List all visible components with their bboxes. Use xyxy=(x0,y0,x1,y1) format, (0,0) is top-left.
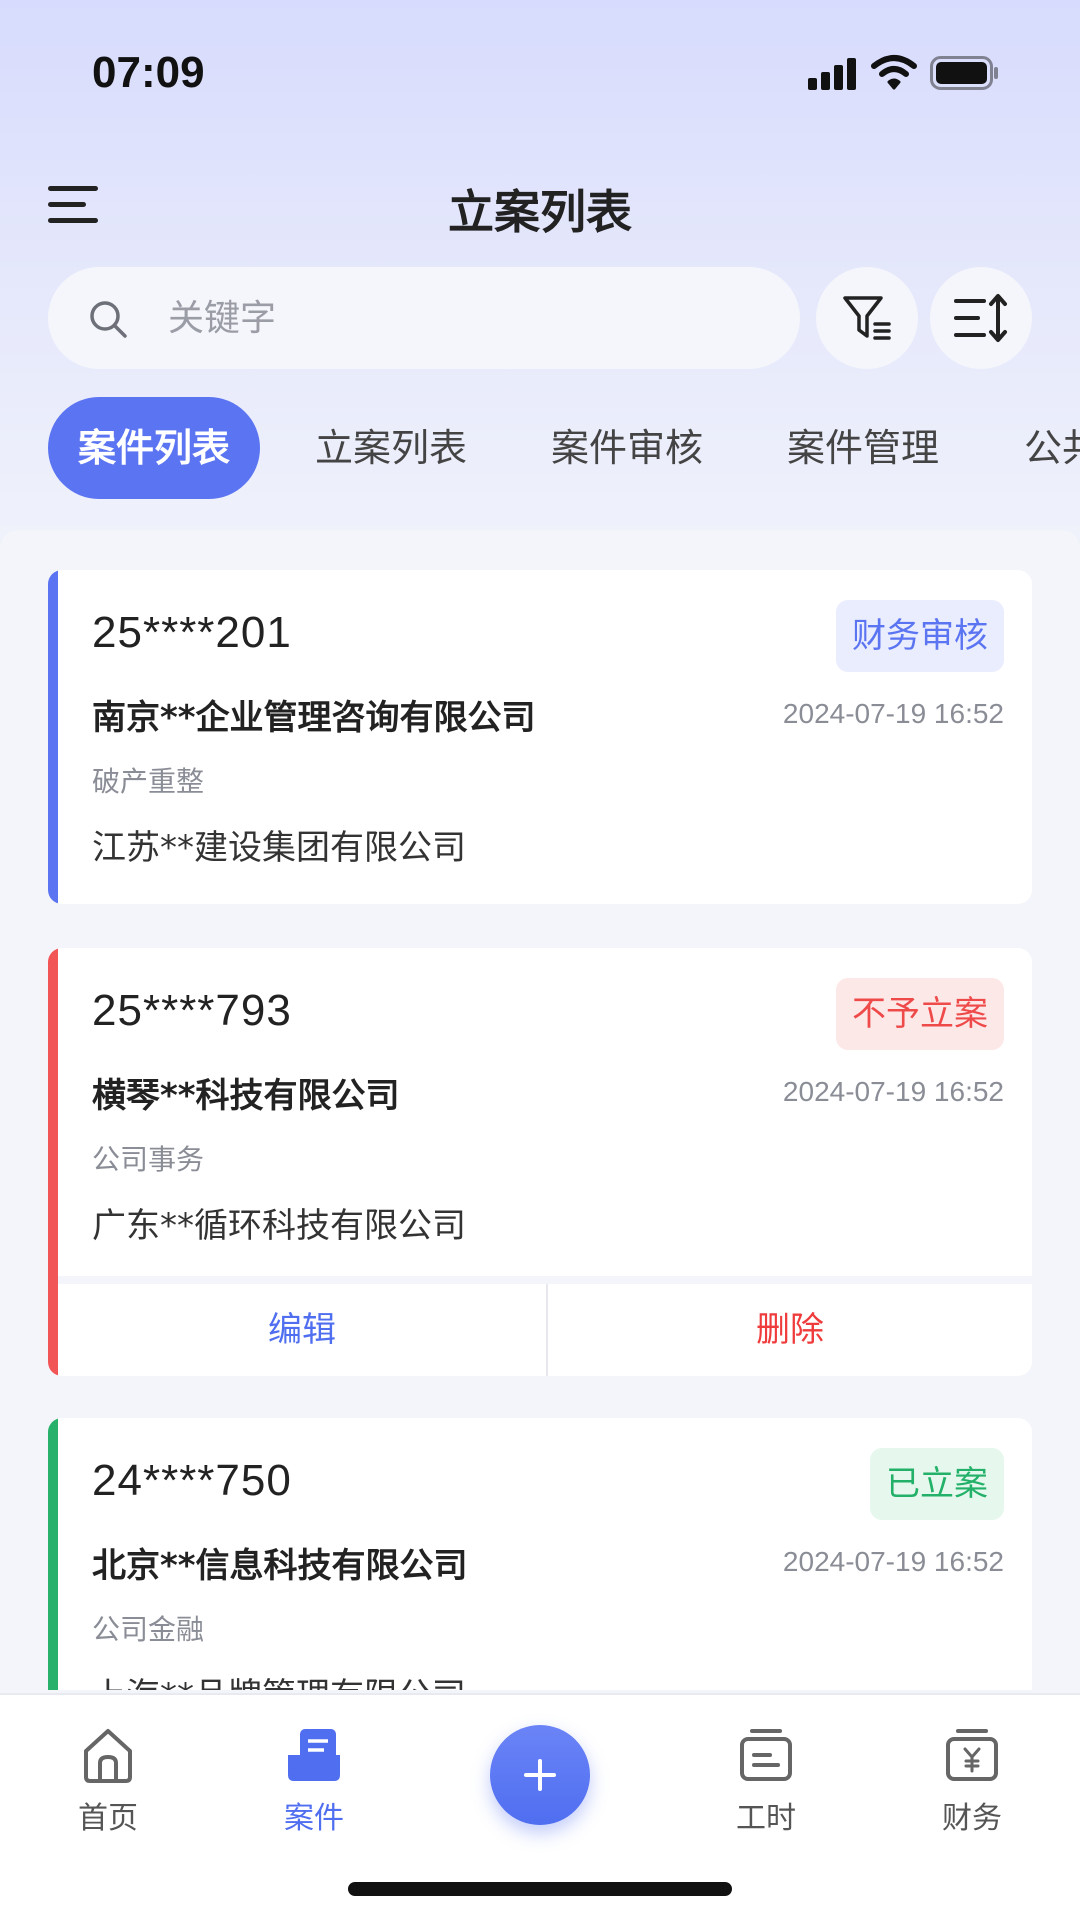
tabbar-timesheet[interactable]: 工时 xyxy=(706,1725,826,1837)
search-box[interactable] xyxy=(48,267,800,369)
timesheet-icon xyxy=(740,1729,792,1781)
finance-icon xyxy=(946,1729,998,1781)
status-time: 07:09 xyxy=(92,48,205,97)
category-tabs: 案件列表 立案列表 案件审核 案件管理 公共 xyxy=(48,397,1080,499)
home-indicator xyxy=(348,1882,732,1896)
case-category: 破产重整 xyxy=(92,765,205,798)
status-bar: 07:09 xyxy=(0,0,1080,150)
case-date: 2024-07-19 16:52 xyxy=(782,1546,1004,1577)
tabbar-timesheet-label: 工时 xyxy=(736,1801,796,1836)
counterparty: 上海**品牌管理有限公司 xyxy=(92,1668,466,1690)
case-card[interactable]: 25****793 不予立案 横琴**科技有限公司 2024-07-19 16:… xyxy=(48,948,1032,1376)
home-icon xyxy=(84,1729,132,1783)
wifi-icon xyxy=(871,55,917,90)
status-stripe xyxy=(48,948,58,1376)
nav-header: 立案列表 xyxy=(0,160,1080,250)
search-icon xyxy=(90,301,127,338)
case-number: 25****793 xyxy=(92,986,292,1035)
counterparty: 广东**循环科技有限公司 xyxy=(92,1206,466,1246)
case-date: 2024-07-19 16:52 xyxy=(782,698,1004,729)
case-date: 2024-07-19 16:52 xyxy=(782,1076,1004,1107)
search-row xyxy=(48,267,1032,369)
tab-filing-list[interactable]: 立案列表 xyxy=(315,397,467,499)
tab-case-management[interactable]: 案件管理 xyxy=(787,397,939,499)
case-icon xyxy=(288,1729,340,1781)
status-badge: 财务审核 xyxy=(836,600,1004,672)
counterparty: 江苏**建设集团有限公司 xyxy=(92,828,466,868)
sort-icon xyxy=(954,294,1007,342)
company-name: 南京**企业管理咨询有限公司 xyxy=(92,698,536,738)
case-card[interactable]: 25****201 财务审核 南京**企业管理咨询有限公司 2024-07-19… xyxy=(48,570,1032,904)
battery-icon xyxy=(930,56,998,90)
status-badge: 已立案 xyxy=(870,1448,1004,1520)
search-input[interactable] xyxy=(168,287,768,349)
case-number: 24****750 xyxy=(92,1456,292,1505)
tabbar-home-label: 首页 xyxy=(78,1801,138,1836)
tab-case-review[interactable]: 案件审核 xyxy=(551,397,703,499)
status-badge: 不予立案 xyxy=(836,978,1004,1050)
tabbar-finance-label: 财务 xyxy=(942,1801,1002,1836)
case-list: 25****201 财务审核 南京**企业管理咨询有限公司 2024-07-19… xyxy=(0,530,1080,1690)
tabbar-home[interactable]: 首页 xyxy=(48,1725,168,1837)
signal-icon xyxy=(808,58,860,90)
page-title: 立案列表 xyxy=(448,185,632,239)
filter-button[interactable] xyxy=(816,267,918,369)
tab-public[interactable]: 公共 xyxy=(1024,397,1080,499)
case-number: 25****201 xyxy=(92,608,292,657)
tab-case-list[interactable]: 案件列表 xyxy=(48,397,261,499)
case-category: 公司事务 xyxy=(92,1143,205,1176)
company-name: 横琴**科技有限公司 xyxy=(92,1076,400,1116)
plus-icon-v xyxy=(538,1759,542,1791)
status-stripe xyxy=(48,1418,58,1690)
company-name: 北京**信息科技有限公司 xyxy=(92,1546,468,1586)
tabbar-finance[interactable]: 财务 xyxy=(912,1725,1032,1837)
filter-icon xyxy=(843,296,891,340)
delete-button[interactable]: 删除 xyxy=(548,1284,1032,1376)
case-card[interactable]: 24****750 已立案 北京**信息科技有限公司 2024-07-19 16… xyxy=(48,1418,1032,1690)
card-actions: 编辑 删除 xyxy=(58,1276,1032,1376)
edit-button[interactable]: 编辑 xyxy=(58,1284,546,1376)
status-stripe xyxy=(48,570,58,904)
sort-button[interactable] xyxy=(930,267,1032,369)
add-button[interactable] xyxy=(490,1725,590,1825)
tabbar-cases-label: 案件 xyxy=(284,1801,344,1836)
case-category: 公司金融 xyxy=(92,1613,205,1646)
tabbar-cases[interactable]: 案件 xyxy=(254,1725,374,1837)
